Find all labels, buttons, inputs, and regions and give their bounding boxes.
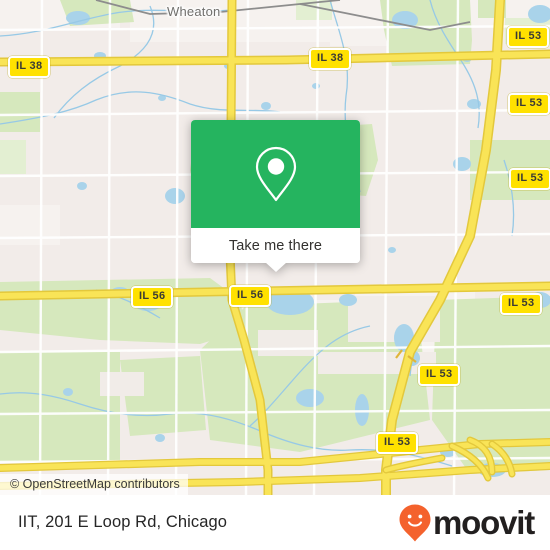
road-shield-il-53-east[interactable]: IL 53 (500, 293, 543, 315)
moovit-wordmark: moovit (433, 504, 535, 541)
destination-address-label: IIT, 201 E Loop Rd, Chicago (18, 513, 228, 531)
moovit-logo[interactable]: moovit (398, 503, 535, 543)
road-shield-il-53-lower[interactable]: IL 53 (418, 364, 461, 386)
map-canvas[interactable]: Wheaton IL 38 IL 38 IL 53 IL 53 IL 53 IL… (0, 0, 550, 495)
road-shield-il-56-east[interactable]: IL 56 (229, 285, 272, 307)
take-me-there-button[interactable]: Take me there (191, 228, 360, 263)
road-shield-il-53-north[interactable]: IL 53 (507, 26, 550, 48)
osm-attribution[interactable]: © OpenStreetMap contributors (0, 474, 188, 495)
map-pin-icon (255, 146, 296, 202)
callout-body: Take me there (191, 120, 360, 263)
callout-pointer-tail (264, 262, 287, 272)
footer-bar: IIT, 201 E Loop Rd, Chicago moovit (0, 495, 550, 550)
road-shield-il-38-east[interactable]: IL 38 (309, 48, 352, 70)
road-shield-il-53-upper[interactable]: IL 53 (508, 93, 550, 115)
place-label-wheaton: Wheaton (167, 4, 221, 19)
road-shield-il-53-mid[interactable]: IL 53 (509, 168, 550, 190)
road-shield-il-56-west[interactable]: IL 56 (131, 286, 174, 308)
moovit-smiley-pin-icon (399, 504, 431, 541)
moovit-map-screenshot: Wheaton IL 38 IL 38 IL 53 IL 53 IL 53 IL… (0, 0, 550, 550)
callout-image-area (191, 120, 360, 228)
road-shield-il-38-west[interactable]: IL 38 (8, 56, 51, 78)
destination-callout-card[interactable]: Take me there (191, 120, 360, 272)
road-shield-il-53-south[interactable]: IL 53 (376, 432, 419, 454)
